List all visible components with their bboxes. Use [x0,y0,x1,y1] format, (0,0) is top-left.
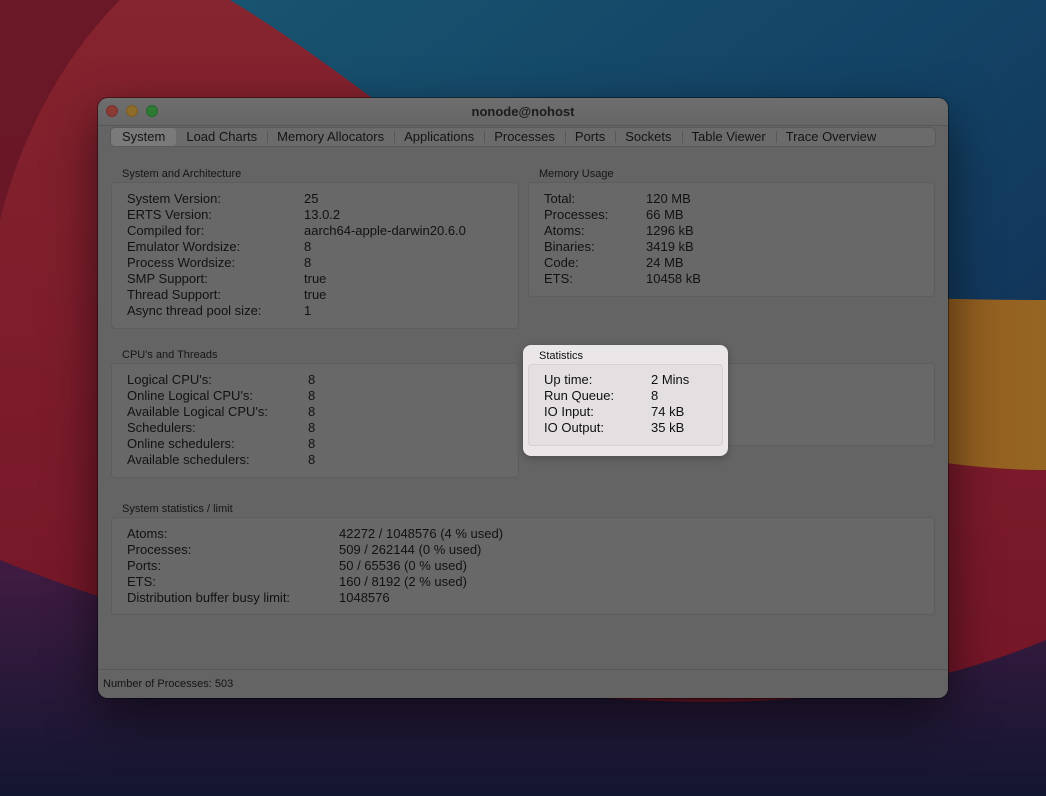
row-label: Thread Support: [127,287,221,302]
row-label: Atoms: [127,526,168,541]
row-label: Distribution buffer busy limit: [127,590,291,605]
row-value: 1 [304,303,312,318]
row-label: ERTS Version: [127,207,213,222]
row-value: 509 / 262144 (0 % used) [339,542,482,557]
row-label: SMP Support: [127,271,208,286]
row-value: 8 [308,388,316,403]
row-value: 50 / 65536 (0 % used) [339,558,467,573]
row-value: 1296 kB [646,223,694,238]
row-label: IO Input: [544,404,594,419]
row-label: IO Output: [544,420,604,435]
row-value: 8 [308,372,316,387]
row-value: 3419 kB [646,239,694,254]
row-value: 66 MB [646,207,684,222]
row-value: 1048576 [339,590,390,605]
row-label: Total: [544,191,576,206]
tab-table-viewer[interactable]: Table Viewer [681,128,776,146]
row-label: Up time: [544,372,593,387]
row-label: Atoms: [544,223,585,238]
window-title: nonode@nohost [471,104,575,119]
row-label: Async thread pool size: [127,303,262,318]
tab-sockets[interactable]: Sockets [615,128,681,146]
process-count-status: Number of Processes: 503 [103,678,234,690]
system-arch-title: System and Architecture [122,168,242,180]
row-value: 13.0.2 [304,207,341,222]
row-value: 120 MB [646,191,691,206]
row-value: 8 [651,388,659,403]
row-label: Processes: [544,207,609,222]
row-label: Processes: [127,542,192,557]
row-value: true [304,287,327,302]
row-label: Schedulers: [127,420,196,435]
row-label: Logical CPU's: [127,372,212,387]
row-value: 8 [308,452,316,467]
title-bar[interactable]: nonode@nohost [98,98,948,126]
row-label: Emulator Wordsize: [127,239,241,254]
row-value: 8 [308,436,316,451]
row-value: 8 [304,239,312,254]
row-label: Compiled for: [127,223,205,238]
row-label: ETS: [127,574,156,589]
limits-title: System statistics / limit [122,503,233,515]
row-label: Available Logical CPU's: [127,404,268,419]
tab-load-charts[interactable]: Load Charts [176,128,267,146]
row-value: 2 Mins [651,372,690,387]
row-label: Process Wordsize: [127,255,236,270]
row-label: ETS: [544,271,573,286]
row-label: System Version: [127,191,221,206]
tab-memory-allocators[interactable]: Memory Allocators [267,128,394,146]
tab-applications[interactable]: Applications [394,128,484,146]
row-label: Binaries: [544,239,595,254]
row-value: true [304,271,327,286]
row-value: aarch64-apple-darwin20.6.0 [304,223,466,238]
memory-title: Memory Usage [539,168,614,180]
row-value: 42272 / 1048576 (4 % used) [339,526,504,541]
row-label: Available schedulers: [127,452,250,467]
row-label: Online schedulers: [127,436,235,451]
cpu-title: CPU's and Threads [122,349,218,361]
row-label: Online Logical CPU's: [127,388,254,403]
tab-system[interactable]: System [111,128,177,146]
row-value: 160 / 8192 (2 % used) [339,574,467,589]
status-bar: Number of Processes: 503 [98,669,948,698]
row-label: Code: [544,255,579,270]
tab-processes[interactable]: Processes [484,128,565,146]
tab-ports[interactable]: Ports [564,128,615,146]
tab-trace-overview[interactable]: Trace Overview [775,128,887,146]
row-value: 8 [308,420,316,435]
row-value: 74 kB [651,404,685,419]
row-value: 8 [308,404,316,419]
row-label: Run Queue: [544,388,615,403]
row-value: 24 MB [646,255,684,270]
row-value: 10458 kB [646,271,701,286]
row-value: 25 [304,191,319,206]
row-label: Ports: [127,558,161,573]
statistics-highlight: Statistics Up time: 2 Mins Run Queue: 8 … [523,345,728,456]
row-value: 35 kB [651,420,685,435]
statistics-title: Statistics [539,350,584,362]
tab-bar: System Load Charts Memory Allocators App… [110,127,936,147]
row-value: 8 [304,255,312,270]
